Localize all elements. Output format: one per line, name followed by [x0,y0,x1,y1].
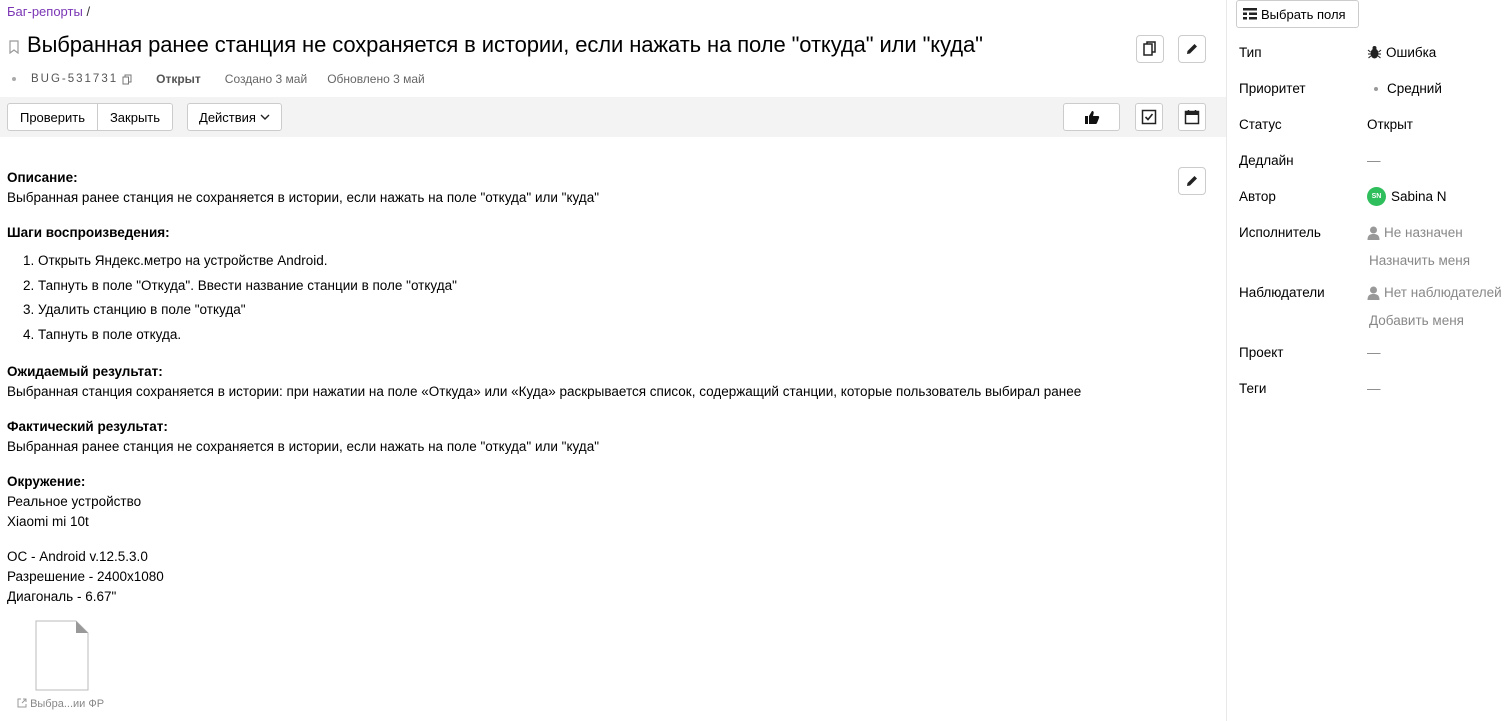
field-status-label: Статус [1239,117,1282,132]
field-type-value[interactable]: Ошибка [1367,45,1436,60]
breadcrumb-separator: / [86,4,91,19]
expected-heading: Ожидаемый результат: [7,364,163,379]
step-item: Тапнуть в поле "Откуда". Ввести название… [38,274,1177,299]
steps-list: Открыть Яндекс.метро на устройстве Andro… [38,249,1177,347]
calendar-icon [1184,110,1200,125]
thumbs-up-icon [1084,110,1099,124]
field-watchers-label: Наблюдатели [1239,285,1325,300]
avatar: SN [1367,187,1386,206]
status-badge[interactable]: Открыт [156,72,201,86]
step-item: Тапнуть в поле откуда. [38,323,1177,348]
os-line: Диагональ - 6.67" [7,589,117,604]
breadcrumb: Баг-репорты / [7,4,90,19]
copy-issue-button[interactable] [1136,35,1164,63]
author-name: Sabina N [1391,189,1447,204]
field-priority-value[interactable]: Средний [1367,81,1442,96]
issue-sidebar: Выбрать поля Тип Ошибка Приоритет Средни… [1226,0,1509,721]
copy-key-icon[interactable] [122,74,132,85]
field-deadline-label: Дедлайн [1239,153,1294,168]
step-item: Открыть Яндекс.метро на устройстве Andro… [38,249,1177,274]
assign-me-link[interactable]: Назначить меня [1369,253,1470,268]
chevron-down-icon [260,114,270,120]
field-priority-label: Приоритет [1239,81,1306,96]
field-type-label: Тип [1239,45,1262,60]
field-assignee-value[interactable]: Не назначен [1367,225,1463,240]
steps-heading: Шаги воспроизведения: [7,225,170,240]
priority-dot-icon [1374,86,1378,91]
attachment-name: Выбра...ии ФР [30,698,105,710]
actual-text: Выбранная ранее станция не сохраняется в… [7,439,599,454]
attachment-link[interactable]: Выбра...ии ФР [17,698,104,710]
select-fields-button[interactable]: Выбрать поля [1236,0,1359,28]
type-text: Ошибка [1386,45,1437,60]
assignee-text: Не назначен [1384,225,1463,240]
description-heading: Описание: [7,170,78,185]
external-link-icon [17,698,27,708]
add-me-link[interactable]: Добавить меня [1369,313,1464,328]
edit-title-button[interactable] [1178,35,1206,63]
issue-meta: BUG-531731 Открыт Создано 3 май Обновлен… [12,72,425,86]
step-item: Удалить станцию в поле "откуда" [38,298,1177,323]
issue-toolbar: Проверить Закрыть Действия [0,97,1226,137]
field-deadline-value[interactable]: — [1367,153,1381,168]
field-author-value[interactable]: SN Sabina N [1367,187,1447,206]
edit-description-button[interactable] [1178,167,1206,195]
meta-dot [12,77,16,81]
os-line: ОС - Android v.12.5.3.0 [7,549,148,564]
select-fields-label: Выбрать поля [1261,6,1346,22]
calendar-button[interactable] [1178,103,1206,131]
checklist-button[interactable] [1135,103,1163,131]
title-row: Выбранная ранее станция не сохраняется в… [8,32,983,58]
environment-line: Xiaomi mi 10t [7,514,89,529]
field-author-label: Автор [1239,189,1276,204]
field-assignee-label: Исполнитель [1239,225,1321,240]
field-watchers-value[interactable]: Нет наблюдателей [1367,285,1502,300]
field-status-value[interactable]: Открыт [1367,117,1413,132]
user-icon [1367,226,1380,240]
field-tags-label: Теги [1239,381,1267,396]
field-project-value[interactable]: — [1367,345,1381,360]
field-project-label: Проект [1239,345,1284,360]
actual-heading: Фактический результат: [7,419,168,434]
expected-text: Выбранная станция сохраняется в истории:… [7,384,1082,399]
check-button[interactable]: Проверить [7,103,98,131]
environment-line: Реальное устройство [7,494,142,509]
pencil-icon [1187,44,1197,54]
environment-heading: Окружение: [7,474,86,489]
attachment-file-icon[interactable] [17,620,89,692]
fields-list-icon [1243,8,1257,20]
created-date: Создано 3 май [224,72,308,86]
like-button[interactable] [1063,103,1120,131]
checkbox-icon [1141,109,1157,125]
issue-main: Баг-репорты / Выбранная ранее станция не… [0,0,1226,721]
issue-description: Описание: Выбранная ранее станция не сох… [7,168,1177,607]
actions-label: Действия [199,109,256,125]
copy-icon [1143,41,1156,56]
issue-title: Выбранная ранее станция не сохраняется в… [27,32,983,57]
description-text: Выбранная ранее станция не сохраняется в… [7,190,599,205]
updated-date: Обновлено 3 май [327,72,425,86]
actions-dropdown[interactable]: Действия [187,103,282,131]
bookmark-icon[interactable] [8,40,20,54]
watchers-text: Нет наблюдателей [1384,285,1502,300]
issue-key: BUG-531731 [31,73,119,85]
priority-text: Средний [1387,81,1442,96]
pencil-icon [1187,176,1197,186]
bug-icon [1367,46,1382,59]
field-tags-value[interactable]: — [1367,381,1381,396]
os-line: Разрешение - 2400x1080 [7,569,164,584]
close-button[interactable]: Закрыть [97,103,173,131]
breadcrumb-link[interactable]: Баг-репорты [7,4,83,19]
user-icon [1367,286,1380,300]
